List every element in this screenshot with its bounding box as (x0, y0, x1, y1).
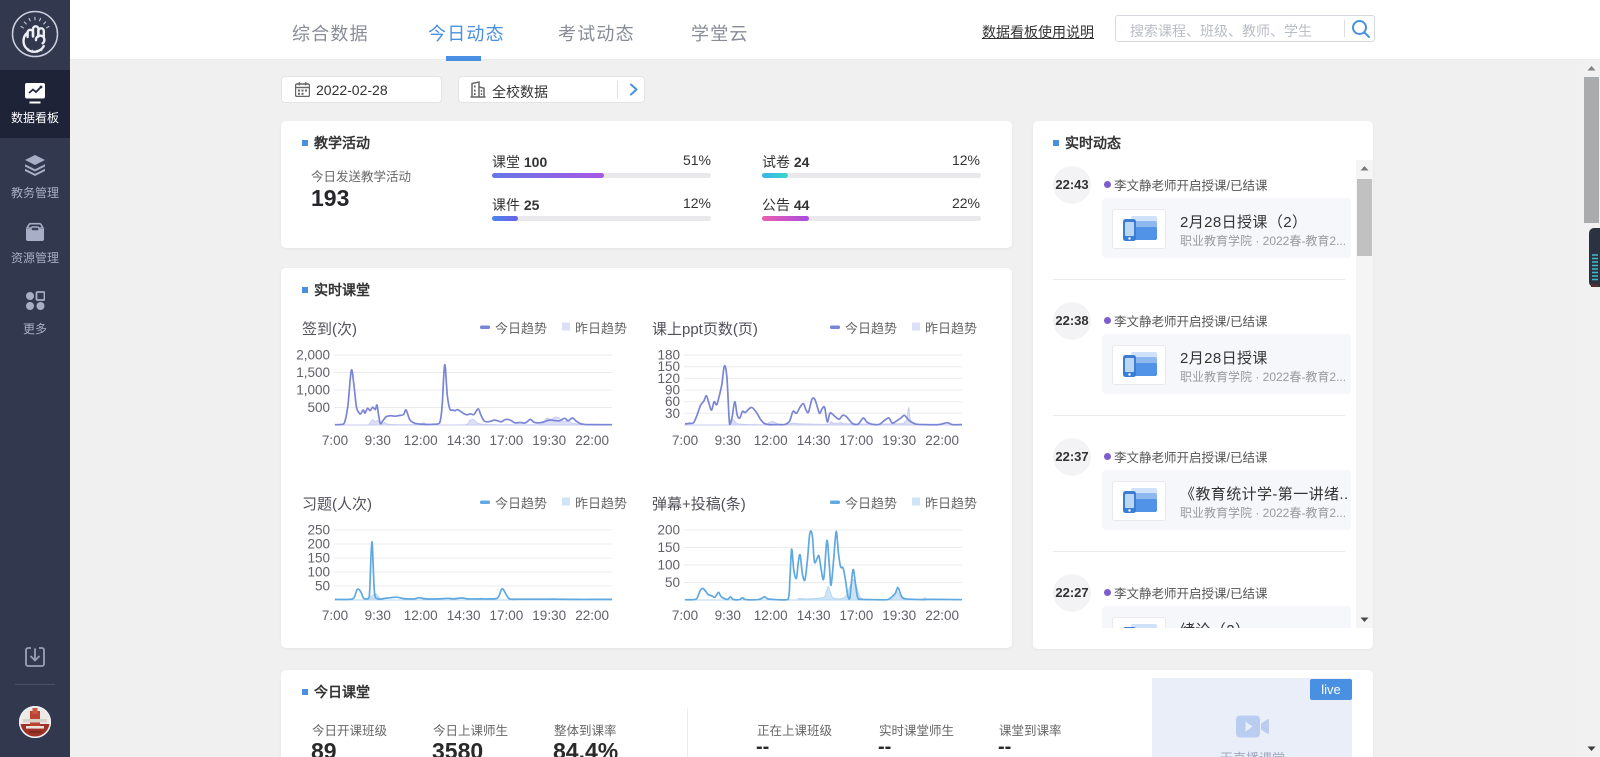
svg-text:17:00: 17:00 (840, 433, 874, 448)
svg-text:昨日趋势: 昨日趋势 (575, 321, 627, 336)
svg-text:弹幕+投稿(条): 弹幕+投稿(条) (652, 496, 746, 513)
svg-text:150: 150 (307, 551, 330, 566)
svg-text:100: 100 (657, 558, 680, 573)
svg-text:12:00: 12:00 (754, 608, 788, 623)
svg-text:22:00: 22:00 (925, 433, 959, 448)
svg-text:课上ppt页数(页): 课上ppt页数(页) (652, 321, 758, 338)
svg-text:9:30: 9:30 (365, 433, 391, 448)
svg-text:1,500: 1,500 (296, 365, 330, 380)
svg-text:昨日趋势: 昨日趋势 (575, 496, 627, 511)
svg-text:17:00: 17:00 (490, 608, 524, 623)
svg-text:9:30: 9:30 (715, 608, 741, 623)
svg-text:1,000: 1,000 (296, 383, 330, 398)
svg-text:12:00: 12:00 (404, 608, 438, 623)
svg-text:2,000: 2,000 (296, 348, 330, 363)
svg-text:50: 50 (665, 575, 680, 590)
svg-text:19:30: 19:30 (882, 608, 916, 623)
svg-text:17:00: 17:00 (490, 433, 524, 448)
svg-text:100: 100 (307, 565, 330, 580)
svg-text:今日趋势: 今日趋势 (845, 496, 897, 511)
svg-text:200: 200 (307, 537, 330, 552)
svg-text:30: 30 (665, 406, 680, 421)
svg-text:22:00: 22:00 (575, 608, 609, 623)
svg-text:50: 50 (315, 579, 330, 594)
svg-text:今日趋势: 今日趋势 (845, 321, 897, 336)
svg-text:17:00: 17:00 (840, 608, 874, 623)
svg-text:昨日趋势: 昨日趋势 (925, 496, 977, 511)
svg-text:19:30: 19:30 (532, 433, 566, 448)
svg-text:14:30: 14:30 (447, 608, 481, 623)
svg-text:7:00: 7:00 (322, 433, 348, 448)
svg-text:签到(次): 签到(次) (302, 321, 357, 338)
svg-text:7:00: 7:00 (322, 608, 348, 623)
svg-text:14:30: 14:30 (797, 433, 831, 448)
svg-text:习题(人次): 习题(人次) (302, 496, 372, 513)
svg-text:22:00: 22:00 (925, 608, 959, 623)
svg-text:12:00: 12:00 (404, 433, 438, 448)
svg-text:9:30: 9:30 (365, 608, 391, 623)
svg-text:昨日趋势: 昨日趋势 (925, 321, 977, 336)
svg-text:22:00: 22:00 (575, 433, 609, 448)
svg-text:9:30: 9:30 (715, 433, 741, 448)
svg-text:7:00: 7:00 (672, 433, 698, 448)
svg-text:14:30: 14:30 (797, 608, 831, 623)
svg-text:19:30: 19:30 (882, 433, 916, 448)
svg-text:250: 250 (307, 523, 330, 538)
svg-text:150: 150 (657, 540, 680, 555)
svg-text:今日趋势: 今日趋势 (495, 321, 547, 336)
svg-text:12:00: 12:00 (754, 433, 788, 448)
svg-text:7:00: 7:00 (672, 608, 698, 623)
svg-text:200: 200 (657, 523, 680, 538)
svg-text:今日趋势: 今日趋势 (495, 496, 547, 511)
svg-text:19:30: 19:30 (532, 608, 566, 623)
svg-text:14:30: 14:30 (447, 433, 481, 448)
svg-text:500: 500 (307, 400, 330, 415)
